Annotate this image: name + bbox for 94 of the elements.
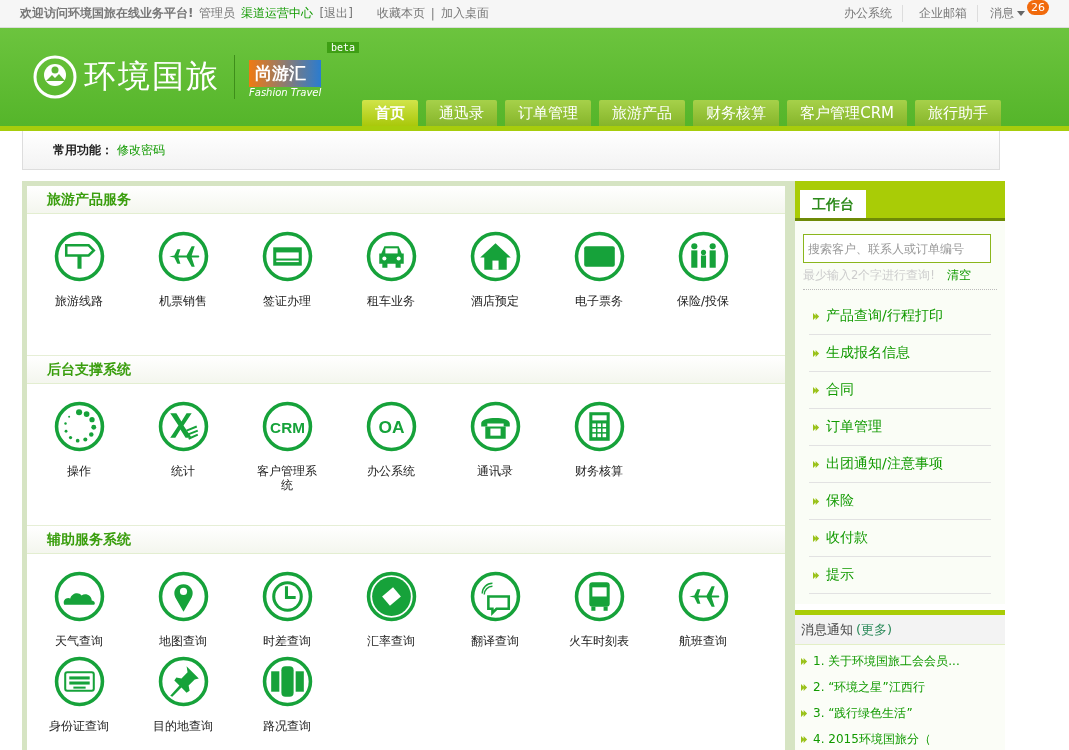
- plane-icon: [677, 571, 729, 622]
- workbench-link[interactable]: 产品查询/行程打印: [809, 298, 991, 335]
- workbench-link[interactable]: 合同: [809, 372, 991, 409]
- service-item[interactable]: 保险/投保: [651, 231, 755, 308]
- ticket-icon: [573, 231, 625, 282]
- workbench-link[interactable]: 生成报名信息: [809, 335, 991, 372]
- message-count: 26: [1027, 0, 1049, 15]
- section-title: 后台支撑系统: [47, 360, 131, 379]
- card-icon: [261, 231, 313, 282]
- arrow-icon: [813, 571, 820, 579]
- service-item[interactable]: 机票销售: [131, 231, 235, 308]
- sub-brand: 尚游汇: [249, 60, 322, 87]
- workbench-link[interactable]: 提示: [809, 557, 991, 594]
- notice-title: 消息通知: [801, 620, 853, 639]
- chat-icon: [469, 571, 521, 622]
- phone-icon: [469, 401, 521, 452]
- service-item[interactable]: 财务核算: [547, 401, 651, 492]
- service-item[interactable]: OA 办公系统: [339, 401, 443, 492]
- arrow-icon: [801, 736, 808, 743]
- service-item[interactable]: 地图查询: [131, 571, 235, 648]
- car-icon: [365, 231, 417, 282]
- arrow-icon: [813, 312, 820, 320]
- service-item[interactable]: 旅游线路: [27, 231, 131, 308]
- workbench-link[interactable]: 收付款: [809, 520, 991, 557]
- bookmark-link[interactable]: 收藏本页: [376, 5, 425, 22]
- welcome-text: 欢迎访问环境国旅在线业务平台!: [20, 5, 194, 22]
- workbench-tab[interactable]: 工作台: [800, 190, 866, 218]
- arrow-icon: [813, 534, 820, 542]
- badge-icon: CRM: [261, 401, 313, 452]
- arrow-icon: [801, 710, 808, 717]
- clear-link[interactable]: 清空: [946, 268, 971, 283]
- service-item[interactable]: 签证办理: [235, 231, 339, 308]
- pin-icon: [157, 571, 209, 622]
- arrow-icon: [801, 658, 808, 665]
- service-item[interactable]: 路况查询: [235, 656, 339, 733]
- house-icon: [469, 231, 521, 282]
- plane-icon: [157, 231, 209, 282]
- bus-icon: [573, 571, 625, 622]
- workbench-link[interactable]: 保险: [809, 483, 991, 520]
- center-link[interactable]: 渠道运营中心: [241, 5, 314, 22]
- arrow-icon: [801, 684, 808, 691]
- notice-item[interactable]: 2. “环境之星”江西行: [801, 679, 1005, 696]
- logout-link[interactable]: [退出]: [319, 5, 353, 22]
- brand-name: 环境国旅: [84, 56, 220, 97]
- service-item[interactable]: 汇率查询: [339, 571, 443, 648]
- clock-icon: [261, 571, 313, 622]
- caret-icon: [1017, 11, 1025, 16]
- service-item[interactable]: 租车业务: [339, 231, 443, 308]
- user-role: 管理员: [199, 5, 236, 22]
- arrow-icon: [813, 460, 820, 468]
- arrow-icon: [813, 386, 820, 394]
- keyboard-icon: [53, 656, 105, 707]
- notice-item[interactable]: 1. 关于环境国旅工会会员...: [801, 653, 1005, 670]
- section-title: 辅助服务系统: [47, 530, 131, 549]
- service-item[interactable]: 翻译查询: [443, 571, 547, 648]
- section-title: 旅游产品服务: [47, 190, 131, 209]
- workbench-link[interactable]: 出团通知/注意事项: [809, 446, 991, 483]
- pushpin-icon: [157, 656, 209, 707]
- dots-icon: [53, 401, 105, 452]
- messages-link[interactable]: 消息: [984, 5, 1025, 22]
- service-item[interactable]: 电子票务: [547, 231, 651, 308]
- service-item[interactable]: 统计: [131, 401, 235, 492]
- service-item[interactable]: 火车时刻表: [547, 571, 651, 648]
- workbench-link[interactable]: 订单管理: [809, 409, 991, 446]
- service-item[interactable]: 酒店预定: [443, 231, 547, 308]
- sub-brand-slogan: Fashion Travel: [249, 87, 322, 98]
- emblem-icon: [32, 54, 78, 100]
- service-item[interactable]: 天气查询: [27, 571, 131, 648]
- service-item[interactable]: 身份证查询: [27, 656, 131, 733]
- service-item[interactable]: 目的地查询: [131, 656, 235, 733]
- service-item[interactable]: 操作: [27, 401, 131, 492]
- badge-icon: OA: [365, 401, 417, 452]
- top-link[interactable]: 办公系统: [834, 5, 903, 22]
- arrow-icon: [813, 423, 820, 431]
- service-item[interactable]: 航班查询: [651, 571, 755, 648]
- signpost-icon: [53, 231, 105, 282]
- arrow-icon: [813, 349, 820, 357]
- search-field[interactable]: 搜索客户、联系人或订单编号: [803, 234, 991, 263]
- service-item[interactable]: CRM 客户管理系统: [235, 401, 339, 492]
- top-link[interactable]: 企业邮箱: [909, 5, 978, 22]
- more-link[interactable]: (更多): [856, 620, 893, 639]
- separator-text: |: [430, 6, 435, 21]
- arrow-icon: [813, 497, 820, 505]
- quick-label: 常用功能：: [53, 141, 113, 159]
- family-icon: [677, 231, 729, 282]
- service-item[interactable]: 通讯录: [443, 401, 547, 492]
- calculator-icon: [573, 401, 625, 452]
- cloud-icon: [53, 571, 105, 622]
- service-item[interactable]: 时差查询: [235, 571, 339, 648]
- desktop-link[interactable]: 加入桌面: [440, 5, 489, 22]
- quick-link[interactable]: 修改密码: [117, 141, 165, 159]
- notice-item[interactable]: 4. 2015环境国旅分（: [801, 731, 1005, 748]
- notice-item[interactable]: 3. “践行绿色生活”: [801, 705, 1005, 722]
- beta-tag: beta: [327, 42, 360, 53]
